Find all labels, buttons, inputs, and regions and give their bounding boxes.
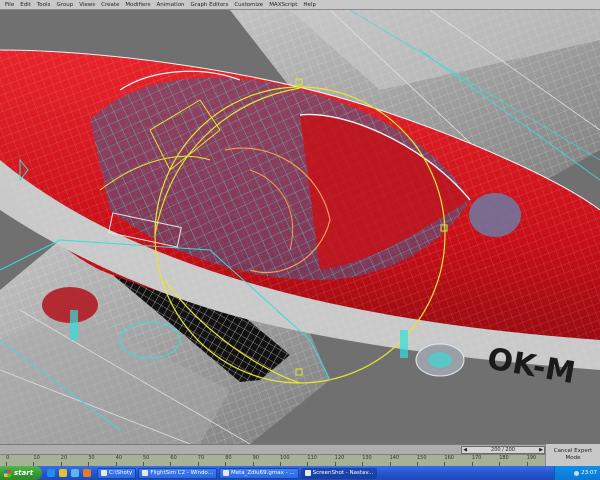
ruler-tick-label: 150 [417, 455, 427, 461]
time-slider[interactable]: 200 / 200 [461, 446, 545, 454]
menu-file[interactable]: File [2, 0, 17, 10]
3d-viewport[interactable]: OK-M [0, 10, 600, 444]
menu-create[interactable]: Create [98, 0, 122, 10]
taskbar-button-label: ScreenShot - Nastav... [312, 470, 374, 476]
ruler-tick-label: 130 [362, 455, 372, 461]
screenshot-icon [304, 470, 311, 476]
start-label: start [14, 469, 34, 477]
ruler-tick-label: 40 [115, 455, 122, 461]
ruler-tick-label: 100 [280, 455, 290, 461]
track-ruler[interactable]: 0 10 20 30 40 50 60 70 80 90 100 110 120 130 140 150 160… [0, 454, 545, 466]
start-button[interactable]: start [0, 466, 42, 480]
ie-icon[interactable] [47, 469, 55, 477]
chevron-right-icon[interactable]: ▶ [537, 446, 545, 454]
outlook-icon[interactable] [59, 469, 67, 477]
frame-counter: 200 / 200 [491, 447, 515, 453]
app-icon [142, 470, 149, 476]
ruler-tick-label: 20 [60, 455, 68, 461]
quick-launch [42, 466, 96, 480]
taskbar-button-label: FlightSim C2 - Windo... [150, 470, 213, 476]
ruler-tick-label: 180 [499, 455, 509, 461]
ruler-tick-label: 60 [170, 455, 177, 461]
ruler-tick-label: 170 [471, 455, 482, 461]
time-slider-bar: 200 / 200 ◀ ▶ [0, 444, 600, 454]
gmax-app-window: File Edit Tools Group Views Create Modif… [0, 0, 600, 480]
ruler-tick-label: 190 [526, 455, 537, 461]
menu-modifiers[interactable]: Modifiers [122, 0, 153, 10]
clock: 23:07 [581, 470, 597, 476]
taskbar-button-gmax[interactable]: Meta_Zdiu69.gmax - ... [218, 467, 299, 479]
menu-maxscript[interactable]: MAXScript [266, 0, 300, 10]
taskbar-button-label: Meta_Zdiu69.gmax - ... [230, 470, 295, 476]
menu-graph-editors[interactable]: Graph Editors [188, 0, 232, 10]
menu-tools[interactable]: Tools [34, 0, 54, 10]
menu-views[interactable]: Views [76, 0, 98, 10]
ruler-tick-label: 0 [6, 455, 10, 461]
chevron-left-icon[interactable]: ◀ [461, 446, 469, 454]
desktop-icon[interactable] [71, 469, 79, 477]
windows-logo-icon [4, 469, 11, 477]
taskbar-button-shoty[interactable]: C:\Shoty [97, 467, 137, 479]
ruler-tick-label: 160 [444, 455, 454, 461]
ruler-tick-label: 70 [197, 455, 205, 461]
ruler-tick-label: 140 [389, 455, 400, 461]
media-icon[interactable] [83, 469, 91, 477]
windows-taskbar: start C:\Shoty FlightSim C2 - Windo... M… [0, 466, 600, 480]
network-icon[interactable] [574, 470, 580, 476]
aircraft-scene[interactable]: OK-M [0, 10, 600, 444]
ruler-tick-label: 110 [307, 455, 317, 461]
menu-group[interactable]: Group [53, 0, 76, 10]
menu-help[interactable]: Help [300, 0, 319, 10]
folder-icon [101, 470, 107, 476]
system-tray: 23:07 [554, 466, 600, 480]
cancel-expert-mode-button[interactable]: Cancel Expert Mode [545, 444, 600, 466]
gmax-icon [222, 470, 229, 476]
ruler-tick-label: 30 [88, 455, 95, 461]
ruler-tick-label: 10 [33, 455, 40, 461]
ruler-tick-label: 50 [143, 455, 150, 461]
side-window [469, 193, 521, 237]
ruler-tick-label: 120 [334, 455, 345, 461]
ruler-tick-label: 90 [252, 455, 259, 461]
ruler-tick-label: 80 [225, 455, 232, 461]
taskbar-button-flightsim[interactable]: FlightSim C2 - Windo... [138, 467, 217, 479]
taskbar-button-label: C:\Shoty [109, 470, 133, 476]
taskbar-button-screenshot[interactable]: ScreenShot - Nastav... [300, 467, 378, 479]
menu-animation[interactable]: Animation [154, 0, 188, 10]
menu-bar: File Edit Tools Group Views Create Modif… [0, 0, 600, 10]
menu-customize[interactable]: Customize [231, 0, 266, 10]
menu-edit[interactable]: Edit [17, 0, 34, 10]
